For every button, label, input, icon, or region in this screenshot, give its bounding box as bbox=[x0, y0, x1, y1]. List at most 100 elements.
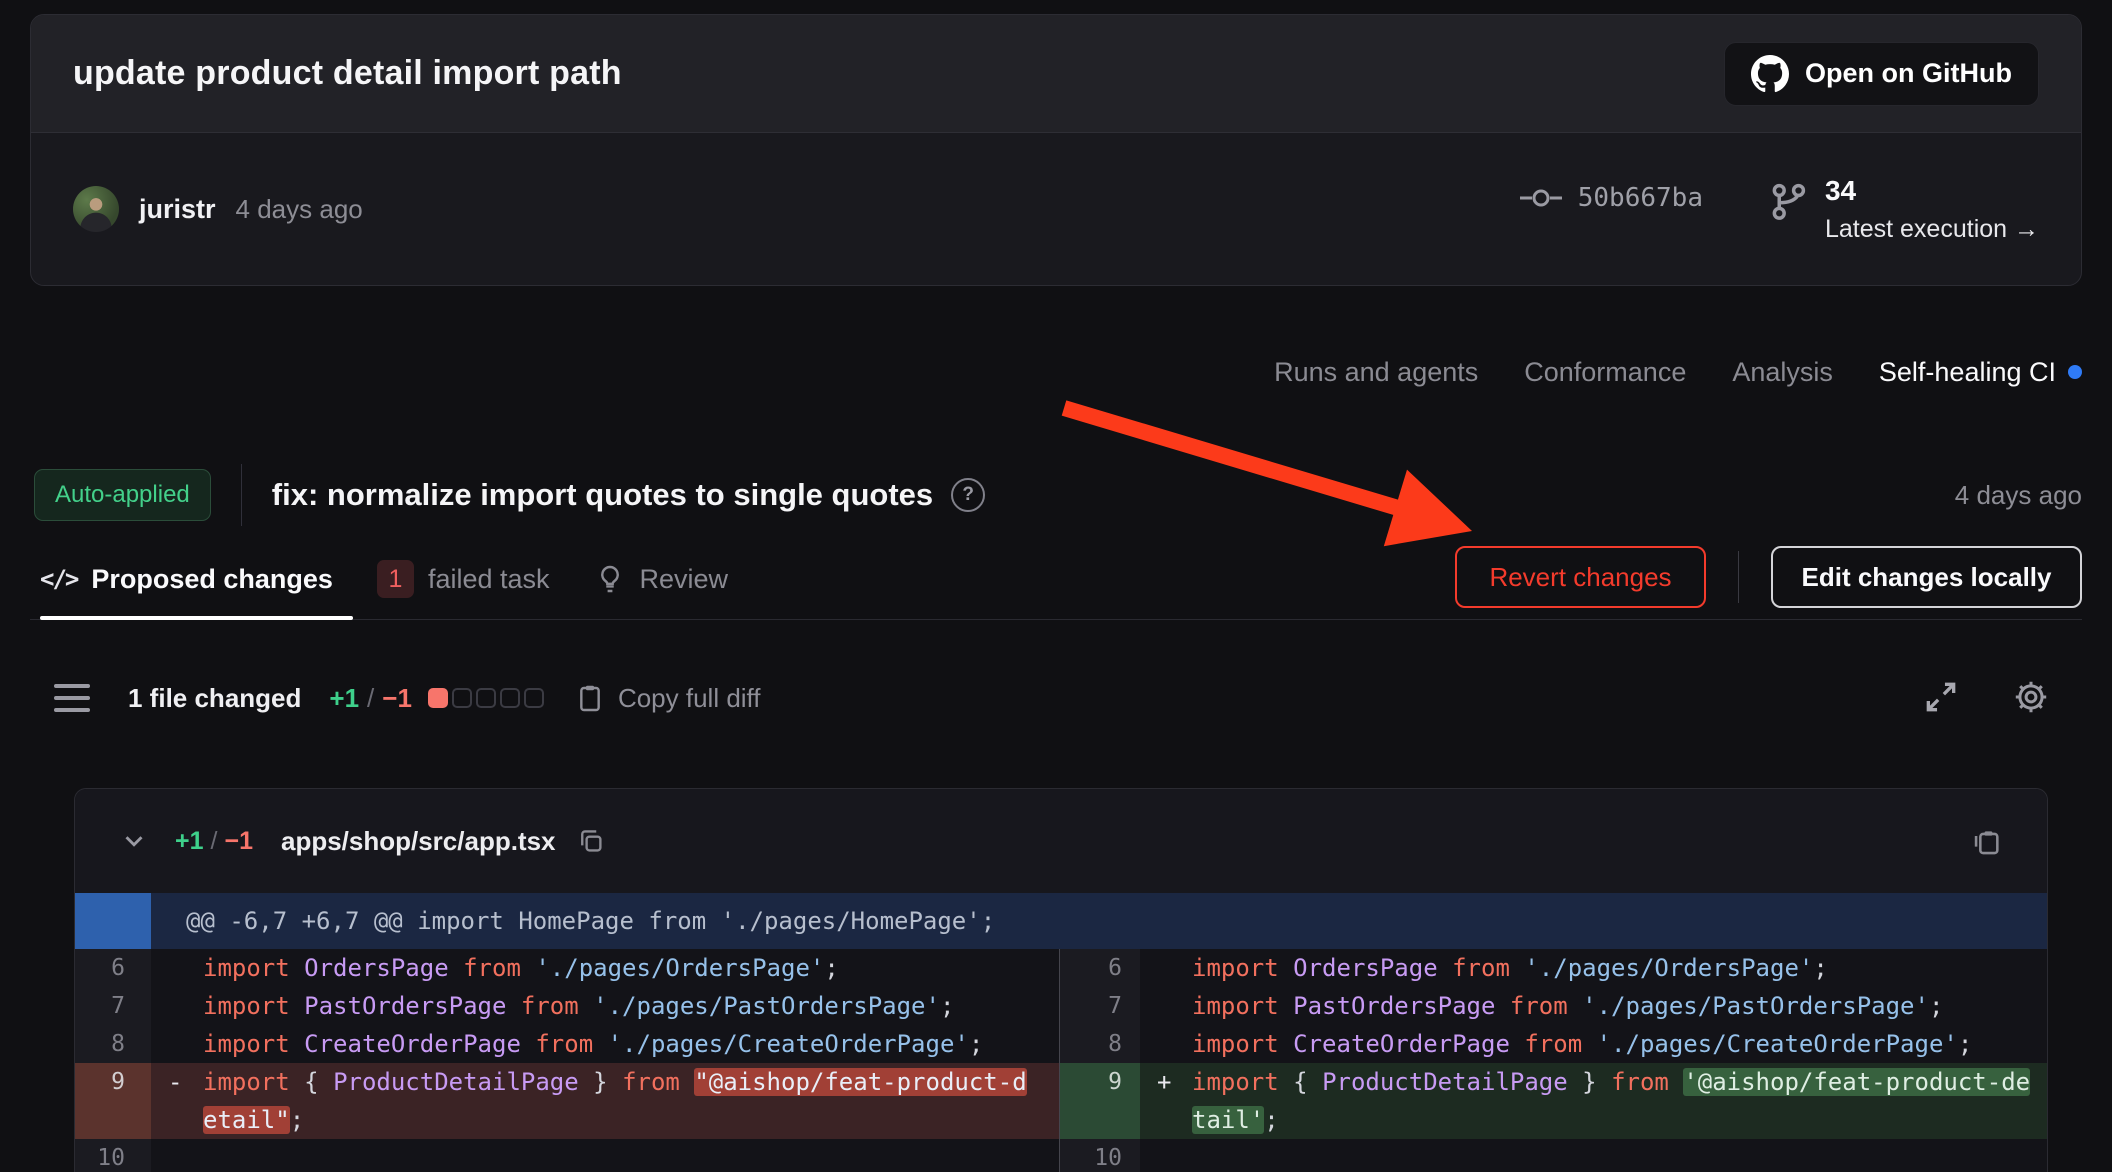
copy-filename-icon[interactable] bbox=[576, 826, 606, 856]
auto-applied-badge: Auto-applied bbox=[34, 469, 211, 521]
code-line-right-8: import CreateOrderPage from './pages/Cre… bbox=[1140, 1025, 2047, 1063]
open-on-github-button[interactable]: Open on GitHub bbox=[1724, 42, 2039, 106]
hunk-header: @@ -6,7 +6,7 @@ import HomePage from './… bbox=[151, 893, 2047, 949]
button-divider bbox=[1738, 551, 1739, 603]
expand-icon[interactable] bbox=[1922, 678, 1960, 716]
clipboard-icon bbox=[574, 681, 606, 715]
commit-header-card: update product detail import path Open o… bbox=[30, 14, 2082, 286]
copy-full-diff-button[interactable]: Copy full diff bbox=[574, 681, 761, 715]
change-block-empty bbox=[452, 688, 472, 708]
tab-analysis[interactable]: Analysis bbox=[1732, 357, 1833, 388]
code-line-left-9: -import { ProductDetailPage } from "@ais… bbox=[151, 1063, 1059, 1139]
avatar bbox=[73, 186, 119, 232]
hunk-gutter bbox=[75, 893, 151, 949]
execution-count: 34 bbox=[1825, 175, 2039, 207]
revert-changes-button[interactable]: Revert changes bbox=[1455, 546, 1706, 608]
tab-failed-task-label: failed task bbox=[428, 564, 550, 595]
line-number-rgt-9: 9 bbox=[1059, 1063, 1140, 1139]
fix-timestamp: 4 days ago bbox=[1955, 480, 2082, 511]
notification-dot bbox=[2068, 365, 2082, 379]
file-slash: / bbox=[211, 827, 218, 856]
code-line-right-6: import OrdersPage from './pages/OrdersPa… bbox=[1140, 949, 2047, 987]
commit-meta-bar: juristr 4 days ago 50b667ba 34 Latest ex… bbox=[31, 133, 2081, 285]
page-title: update product detail import path bbox=[73, 54, 622, 93]
line-number-lft-7: 7 bbox=[75, 987, 151, 1025]
line-number-rgt-10: 10 bbox=[1059, 1139, 1140, 1172]
file-additions: +1 bbox=[175, 827, 204, 856]
tab-runs-and-agents[interactable]: Runs and agents bbox=[1274, 357, 1478, 388]
tab-label: Conformance bbox=[1524, 357, 1686, 388]
execution-group: 34 Latest execution → bbox=[1767, 175, 2039, 244]
fix-actions: Revert changes Edit changes locally bbox=[1455, 546, 2082, 608]
tab-proposed-changes-label: Proposed changes bbox=[91, 564, 333, 595]
chevron-down-icon[interactable] bbox=[119, 826, 149, 856]
diff-marker: - bbox=[168, 1063, 203, 1101]
code-line-right-9: +import { ProductDetailPage } from '@ais… bbox=[1140, 1063, 2047, 1139]
commit-meta: 50b667ba 34 Latest execution → bbox=[1518, 175, 2039, 244]
commit-icon bbox=[1518, 185, 1564, 211]
line-number-rgt-8: 8 bbox=[1059, 1025, 1140, 1063]
tab-review-label: Review bbox=[640, 564, 729, 595]
tab-proposed-changes[interactable]: </> Proposed changes bbox=[40, 564, 333, 595]
tab-label: Self-healing CI bbox=[1879, 357, 2056, 388]
code-icon: </> bbox=[40, 565, 77, 593]
code-line-left-7: import PastOrdersPage from './pages/Past… bbox=[151, 987, 1059, 1025]
open-on-github-label: Open on GitHub bbox=[1805, 58, 2012, 89]
active-tab-underline bbox=[40, 616, 353, 620]
line-number-lft-9: 9 bbox=[75, 1063, 151, 1139]
diff-toolbar: 1 file changed +1 / −1 Copy full diff bbox=[54, 672, 761, 724]
diff-toolbar-right bbox=[1922, 678, 2050, 716]
change-block-filled bbox=[428, 688, 448, 708]
code-line-right-10 bbox=[1140, 1139, 2047, 1172]
tab-review[interactable]: Review bbox=[594, 562, 729, 596]
tab-label: Runs and agents bbox=[1274, 357, 1478, 388]
tab-label: Analysis bbox=[1732, 357, 1833, 388]
author-name: juristr bbox=[139, 194, 216, 225]
tab-failed-task[interactable]: 1 failed task bbox=[377, 560, 550, 598]
files-changed-label: 1 file changed bbox=[128, 683, 301, 714]
fix-sub-tabs: </> Proposed changes 1 failed task Revie… bbox=[40, 550, 728, 608]
code-line-left-6: import OrdersPage from './pages/OrdersPa… bbox=[151, 949, 1059, 987]
file-name: apps/shop/src/app.tsx bbox=[281, 826, 556, 857]
toolbar-deletions: −1 bbox=[382, 683, 412, 714]
file-list-menu-icon[interactable] bbox=[54, 684, 90, 712]
red-arrow-annotation bbox=[1040, 395, 1510, 575]
code-line-left-10 bbox=[151, 1139, 1059, 1172]
change-blocks bbox=[428, 688, 544, 708]
code-line-right-7: import PastOrdersPage from './pages/Past… bbox=[1140, 987, 2047, 1025]
commit-sha-group[interactable]: 50b667ba bbox=[1518, 183, 1703, 213]
file-deletions: −1 bbox=[224, 827, 253, 856]
change-block-empty bbox=[476, 688, 496, 708]
file-diff-header: +1 / −1 apps/shop/src/app.tsx bbox=[75, 789, 2047, 893]
file-diff-card: +1 / −1 apps/shop/src/app.tsx @@ -6,7 +6… bbox=[74, 788, 2048, 1172]
latest-execution-link[interactable]: Latest execution → bbox=[1825, 215, 2039, 244]
copy-full-diff-label: Copy full diff bbox=[618, 683, 761, 714]
line-number-lft-6: 6 bbox=[75, 949, 151, 987]
fix-header-row: Auto-applied fix: normalize import quote… bbox=[34, 462, 985, 528]
edit-changes-locally-button[interactable]: Edit changes locally bbox=[1771, 546, 2082, 608]
github-icon bbox=[1751, 55, 1789, 93]
fix-title: fix: normalize import quotes to single q… bbox=[272, 477, 933, 513]
change-block-empty bbox=[524, 688, 544, 708]
change-block-empty bbox=[500, 688, 520, 708]
help-icon[interactable]: ? bbox=[951, 478, 985, 512]
tab-self-healing-ci[interactable]: Self-healing CI bbox=[1879, 357, 2082, 388]
author-row: juristr 4 days ago bbox=[73, 186, 363, 232]
diff-marker: + bbox=[1157, 1063, 1192, 1101]
tab-conformance[interactable]: Conformance bbox=[1524, 357, 1686, 388]
failed-count-badge: 1 bbox=[377, 560, 414, 598]
line-number-lft-8: 8 bbox=[75, 1025, 151, 1063]
toolbar-slash: / bbox=[367, 683, 374, 714]
gear-icon[interactable] bbox=[2012, 678, 2050, 716]
copy-file-diff-icon[interactable] bbox=[1969, 824, 2003, 858]
toolbar-additions: +1 bbox=[329, 683, 359, 714]
code-line-left-8: import CreateOrderPage from './pages/Cre… bbox=[151, 1025, 1059, 1063]
lightbulb-icon bbox=[594, 562, 626, 596]
line-number-rgt-7: 7 bbox=[1059, 987, 1140, 1025]
commit-sha: 50b667ba bbox=[1578, 183, 1703, 213]
diff-table: @@ -6,7 +6,7 @@ import HomePage from './… bbox=[75, 893, 2047, 1172]
author-timestamp: 4 days ago bbox=[236, 194, 363, 225]
line-number-lft-10: 10 bbox=[75, 1139, 151, 1172]
top-tabs: Runs and agents Conformance Analysis Self-h… bbox=[1274, 346, 2082, 398]
line-number-rgt-6: 6 bbox=[1059, 949, 1140, 987]
